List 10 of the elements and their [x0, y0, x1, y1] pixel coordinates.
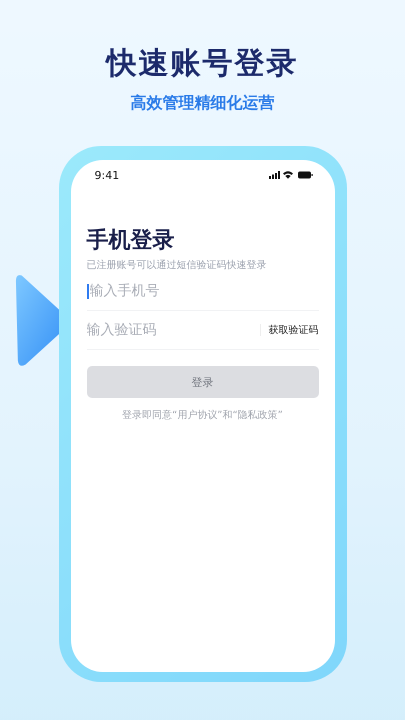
login-title: 手机登录	[86, 227, 176, 255]
code-input[interactable]: 输入验证码	[86, 322, 252, 338]
agreement-text: 登录即同意“用户协议”和“隐私政策”	[121, 408, 284, 422]
login-subtitle: 已注册账号可以通过短信验证码快速登录	[86, 259, 268, 272]
headline: 快速账号登录	[106, 45, 298, 83]
tagline: 高效管理精细化运营	[130, 92, 274, 114]
status-icons	[268, 170, 312, 180]
get-code-button[interactable]: 获取验证码	[268, 323, 318, 337]
phone-input[interactable]: 输入手机号	[90, 283, 318, 299]
status-time: 9:41	[94, 168, 120, 182]
